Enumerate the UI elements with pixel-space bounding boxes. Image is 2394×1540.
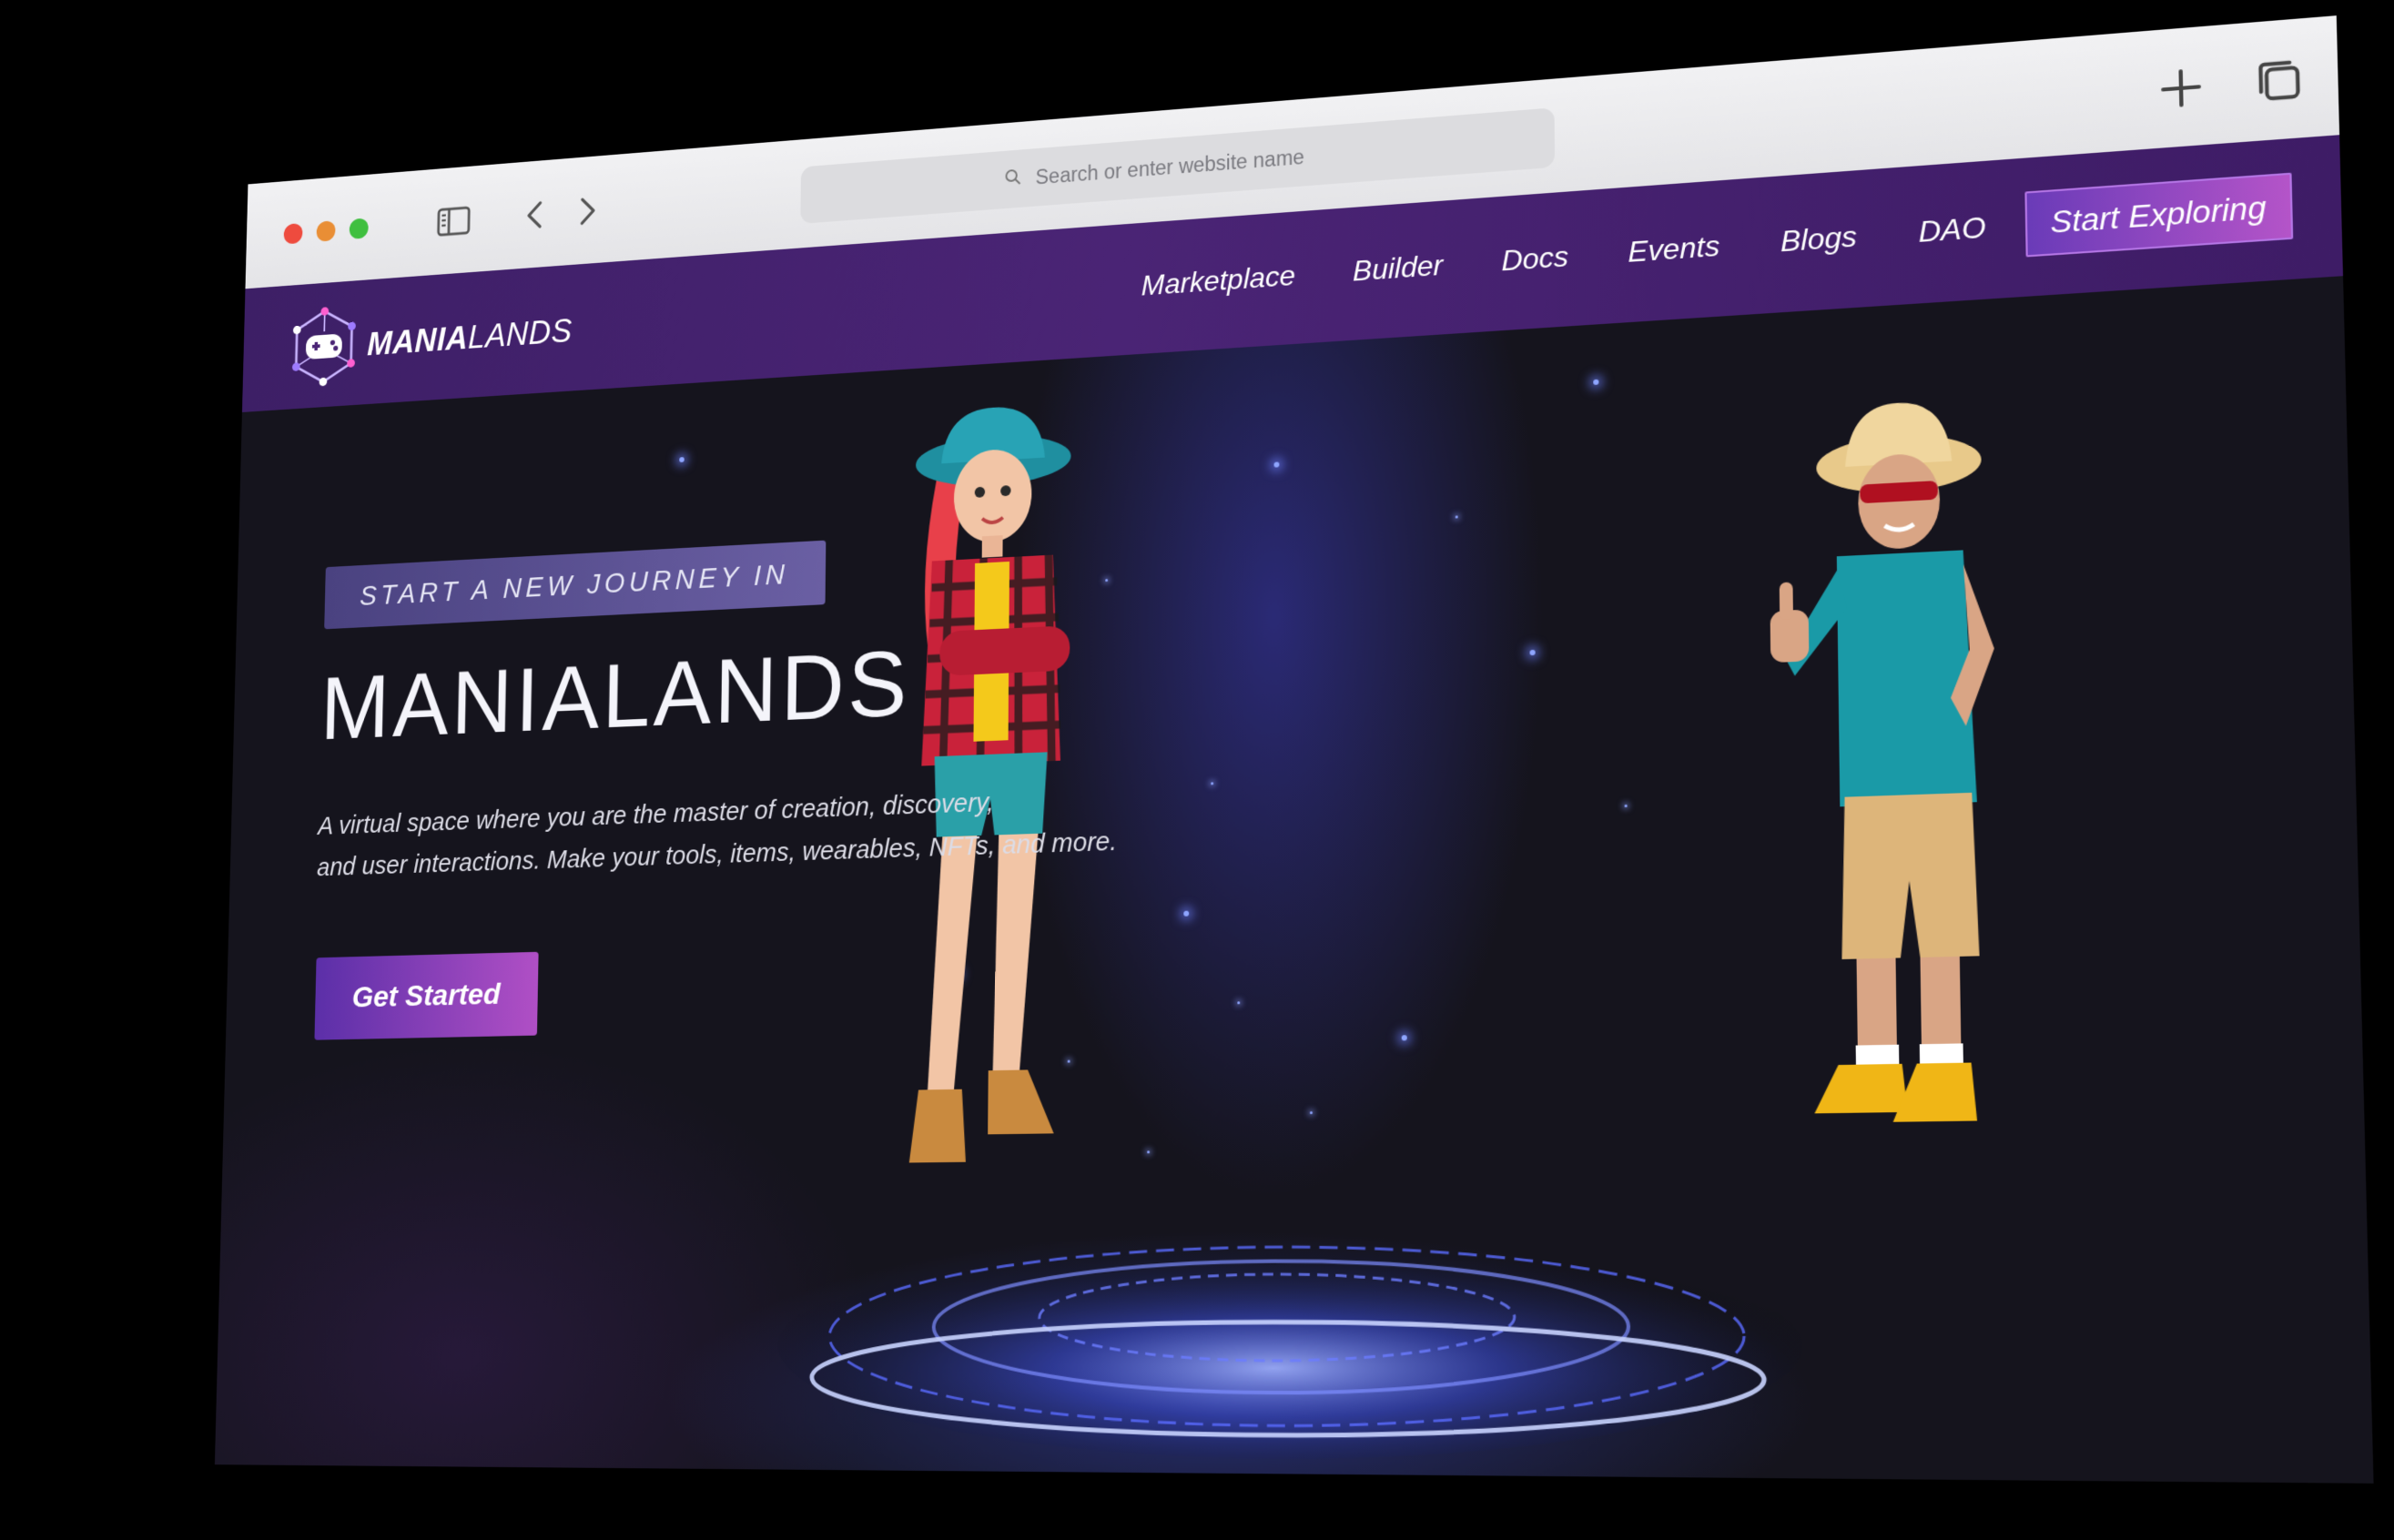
site-logo[interactable]: MANIALANDS xyxy=(288,289,573,393)
star-decoration xyxy=(1456,515,1458,518)
sidebar-toggle-icon[interactable] xyxy=(434,199,473,243)
star-decoration xyxy=(1530,650,1536,655)
logo-wordmark: MANIALANDS xyxy=(367,313,573,364)
nav-link-marketplace[interactable]: Marketplace xyxy=(1141,258,1295,302)
glowing-platform xyxy=(742,1180,1843,1473)
start-exploring-button[interactable]: Start Exploring xyxy=(2024,173,2293,258)
star-decoration xyxy=(1105,579,1108,582)
maximize-window-button[interactable] xyxy=(350,218,369,239)
star-decoration xyxy=(1211,782,1213,785)
hero-headline: MANIALANDS xyxy=(320,632,911,761)
chevron-right-icon[interactable] xyxy=(569,189,609,233)
stage: MANIALANDS Marketplace Builder Docs Even… xyxy=(0,0,2394,1540)
star-decoration xyxy=(1310,1111,1313,1114)
nav-link-builder[interactable]: Builder xyxy=(1353,248,1443,288)
nav-link-blogs[interactable]: Blogs xyxy=(1780,219,1857,258)
gamepad-logo-icon xyxy=(288,304,360,393)
hero-badge: START A NEW JOURNEY IN xyxy=(324,541,827,630)
chevron-left-icon[interactable] xyxy=(514,193,553,237)
minimize-window-button[interactable] xyxy=(316,220,335,242)
male-avatar-character xyxy=(1753,382,2017,1133)
star-decoration xyxy=(1237,1001,1240,1004)
plus-icon[interactable] xyxy=(2156,64,2206,113)
star-decoration xyxy=(679,457,685,462)
star-decoration xyxy=(1625,805,1628,807)
nav-link-events[interactable]: Events xyxy=(1628,228,1719,268)
star-decoration xyxy=(1147,1150,1150,1153)
window-controls xyxy=(284,218,369,244)
browser-window: MANIALANDS Marketplace Builder Docs Even… xyxy=(215,15,2374,1484)
search-icon xyxy=(1004,167,1021,191)
close-window-button[interactable] xyxy=(284,223,303,245)
star-decoration xyxy=(1402,1035,1407,1040)
star-decoration xyxy=(1593,380,1598,385)
nav-link-docs[interactable]: Docs xyxy=(1501,239,1568,278)
address-input[interactable] xyxy=(1034,141,1336,190)
star-decoration xyxy=(1183,911,1189,917)
hero-section: START A NEW JOURNEY IN MANIALANDS A virt… xyxy=(215,276,2374,1484)
tabs-overview-icon[interactable] xyxy=(2255,56,2304,106)
nav-link-dao[interactable]: DAO xyxy=(1918,210,1986,249)
get-started-button[interactable]: Get Started xyxy=(314,952,538,1040)
star-decoration xyxy=(1274,461,1280,467)
